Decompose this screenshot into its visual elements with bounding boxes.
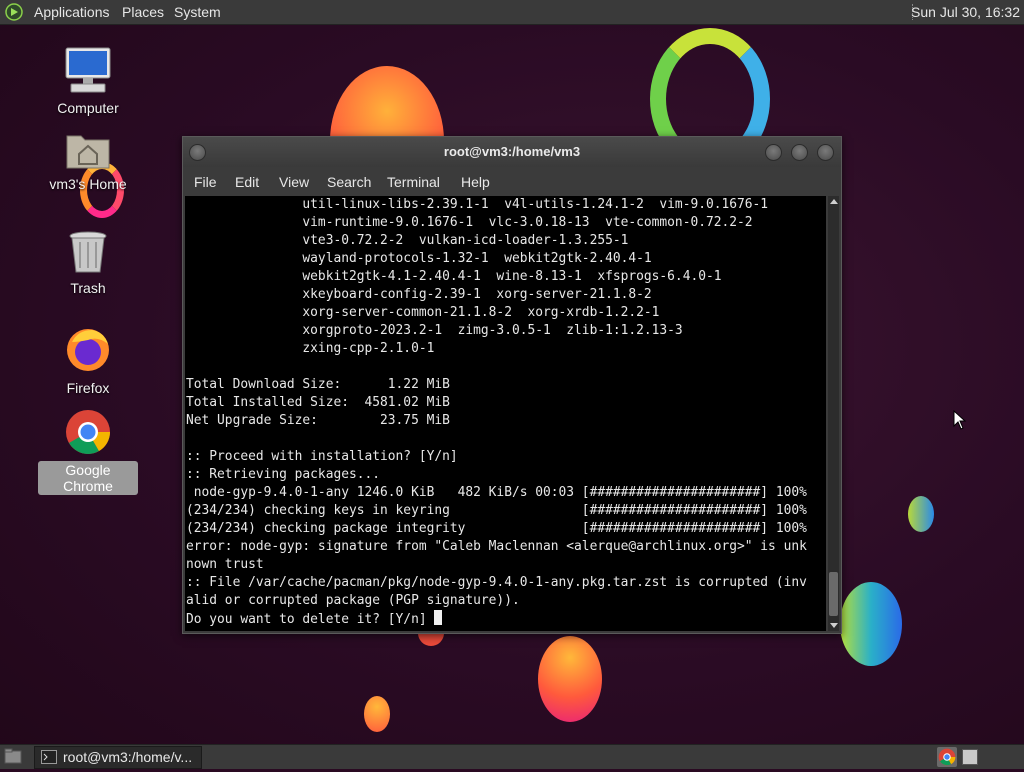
clock[interactable]: Sun Jul 30, 16:32 [911, 4, 1020, 20]
firefox-icon [67, 329, 109, 371]
terminal-line: (234/234) checking keys in keyring [####… [186, 503, 807, 518]
desktop-icon-label: vm3's Home [49, 176, 127, 192]
terminal-line: :: Retrieving packages... [186, 467, 381, 482]
terminal-line: xorg-server-common-21.1.8-2 xorg-xrdb-1.… [186, 305, 660, 320]
terminal-line: (234/234) checking package integrity [##… [186, 521, 807, 536]
desktop-icon-computer[interactable]: Computer [38, 46, 138, 117]
desktop-icon-label: Computer [57, 100, 119, 116]
wallpaper-blob [908, 496, 934, 532]
terminal-line: vte3-0.72.2-2 vulkan-icd-loader-1.3.255-… [186, 233, 629, 248]
terminal-line: Do you want to delete it? [Y/n] [186, 612, 435, 627]
places-menu[interactable]: Places [122, 4, 164, 20]
chrome-icon [66, 410, 110, 454]
maximize-button[interactable] [791, 144, 808, 161]
scrollbar-thumb[interactable] [829, 572, 838, 616]
terminal-line: xkeyboard-config-2.39-1 xorg-server-21.1… [186, 287, 652, 302]
wallpaper-blob [538, 636, 602, 722]
wallpaper-blob [364, 696, 390, 732]
terminal-line: error: node-gyp: signature from "Caleb M… [186, 539, 807, 554]
workspace-switcher-icon[interactable] [962, 749, 978, 765]
scrollbar[interactable] [828, 196, 839, 631]
scroll-down-arrow-icon[interactable] [830, 623, 838, 628]
terminal-line: :: File /var/cache/pacman/pkg/node-gyp-9… [186, 575, 807, 590]
terminal-line: vim-runtime-9.0.1676-1 vlc-3.0.18-13 vte… [186, 215, 753, 230]
menu-file[interactable]: File [194, 174, 217, 190]
menu-help[interactable]: Help [461, 174, 490, 190]
terminal-line: zxing-cpp-2.1.0-1 [186, 341, 435, 356]
text-cursor [434, 610, 443, 625]
terminal-line: Net Upgrade Size: 23.75 MiB [186, 413, 450, 428]
terminal-line: wayland-protocols-1.32-1 webkit2gtk-2.40… [186, 251, 652, 266]
window-menu-button[interactable] [189, 144, 206, 161]
system-menu[interactable]: System [174, 4, 221, 20]
menu-logo-icon[interactable] [5, 3, 23, 21]
taskbar-button-label: root@vm3:/home/v... [63, 749, 193, 765]
terminal-line: alid or corrupted package (PGP signature… [186, 593, 520, 608]
mouse-pointer-icon [953, 410, 967, 430]
terminal-line: webkit2gtk-4.1-2.40.4-1 wine-8.13-1 xfsp… [186, 269, 722, 284]
top-panel: Applications Places System Sun Jul 30, 1… [0, 0, 1024, 25]
desktop-icon-label: Google Chrome [38, 461, 138, 495]
minimize-button[interactable] [765, 144, 782, 161]
scroll-up-arrow-icon[interactable] [830, 199, 838, 204]
menu-search[interactable]: Search [327, 174, 371, 190]
show-desktop-icon[interactable] [4, 748, 22, 764]
menu-view[interactable]: View [279, 174, 309, 190]
terminal-line: node-gyp-9.4.0-1-any 1246.0 KiB 482 KiB/… [186, 485, 807, 500]
terminal-line: xorgproto-2023.2-1 zimg-3.0.5-1 zlib-1:1… [186, 323, 683, 338]
desktop-icon-label: Firefox [66, 380, 110, 396]
terminal-line: nown trust [186, 557, 264, 572]
terminal-window[interactable]: root@vm3:/home/vm3 File Edit View Search… [182, 136, 842, 634]
menu-edit[interactable]: Edit [235, 174, 259, 190]
tray-chrome-icon[interactable] [937, 747, 957, 767]
terminal-output[interactable]: util-linux-libs-2.39.1-1 v4l-utils-1.24.… [185, 196, 826, 631]
desktop-icon-home[interactable]: vm3's Home [38, 130, 138, 193]
terminal-line: :: Proceed with installation? [Y/n] [186, 449, 458, 464]
home-folder-icon [66, 135, 110, 169]
terminal-icon [41, 750, 57, 764]
terminal-menubar: File Edit View Search Terminal Help [183, 167, 841, 196]
terminal-line: Total Installed Size: 4581.02 MiB [186, 395, 450, 410]
desktop-icon-chrome[interactable]: Google Chrome [38, 408, 138, 495]
computer-icon [65, 47, 111, 93]
bottom-panel: root@vm3:/home/v... [0, 744, 1024, 769]
taskbar-button-terminal[interactable]: root@vm3:/home/v... [34, 746, 202, 769]
terminal-line: util-linux-libs-2.39.1-1 v4l-utils-1.24.… [186, 197, 769, 212]
desktop-icon-firefox[interactable]: Firefox [38, 326, 138, 397]
window-titlebar[interactable]: root@vm3:/home/vm3 [183, 137, 841, 167]
terminal-text: util-linux-libs-2.39.1-1 v4l-utils-1.24.… [185, 196, 826, 629]
trash-icon [69, 231, 107, 273]
wallpaper-blob [840, 582, 902, 666]
terminal-line: Total Download Size: 1.22 MiB [186, 377, 450, 392]
desktop-icon-trash[interactable]: Trash [38, 230, 138, 297]
window-title: root@vm3:/home/vm3 [443, 144, 581, 159]
close-button[interactable] [817, 144, 834, 161]
menu-terminal[interactable]: Terminal [387, 174, 440, 190]
applications-menu[interactable]: Applications [34, 4, 110, 20]
desktop-icon-label: Trash [70, 280, 106, 296]
